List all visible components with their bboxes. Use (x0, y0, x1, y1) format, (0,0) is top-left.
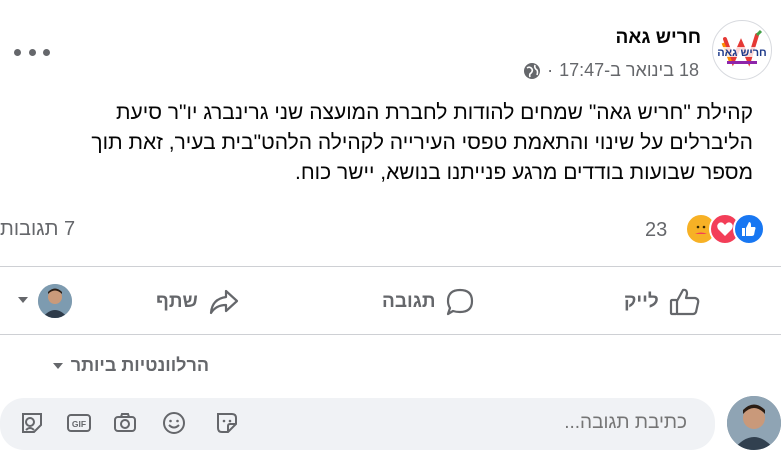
page-name[interactable]: חריש גאה (616, 27, 701, 49)
comment-sort-dropdown[interactable]: הרלוונטיות ביותר (51, 355, 209, 376)
chevron-down-icon (52, 362, 63, 369)
post-timestamp[interactable]: 18 בינואר ב-17:47 (559, 60, 699, 81)
post-text-line: מספר שבועות בודדים מרגע פנייתנו בנושא, י… (295, 161, 753, 184)
like-button[interactable]: לייק (624, 284, 701, 320)
post-text: קהילת "חריש גאה" שמחים להודות לחברת המוע… (13, 98, 753, 188)
comment-label: תגובה (382, 291, 436, 312)
comment-sort-label: הרלוונטיות ביותר (70, 355, 209, 375)
avatar-sticker-icon[interactable] (19, 410, 45, 436)
gif-icon[interactable]: GIF (66, 410, 92, 436)
share-label: שתף (156, 291, 198, 312)
speech-bubble-icon (447, 288, 474, 316)
chevron-down-icon[interactable] (16, 293, 30, 307)
post-meta: 18 בינואר ב-17:47 · (523, 60, 699, 81)
sticker-icon[interactable] (214, 410, 240, 436)
comment-button[interactable]: תגובה (382, 284, 475, 320)
current-user-avatar[interactable] (727, 396, 781, 450)
like-reaction-icon (733, 213, 765, 245)
like-label: לייק (624, 291, 659, 312)
comments-count[interactable]: 7 תגובות (0, 218, 75, 241)
thumbs-up-icon (669, 288, 700, 316)
svg-text:GIF: GIF (72, 419, 86, 429)
post-text-line: הליברלים על שינוי והתאמת טפסי העירייה לק… (91, 131, 753, 154)
comment-input[interactable] (385, 411, 689, 435)
reactions-summary[interactable] (685, 212, 765, 246)
meta-separator: · (547, 60, 554, 80)
share-button[interactable]: שתף (156, 284, 240, 320)
post-text-line: קהילת "חריש גאה" שמחים להודות לחברת המוע… (116, 101, 753, 124)
dot-icon (28, 48, 36, 56)
divider (0, 266, 781, 267)
reaction-count[interactable]: 23 (645, 219, 667, 242)
share-arrow-icon (209, 289, 238, 315)
dot-icon (43, 48, 50, 56)
logo-text: חריש גאה (717, 47, 766, 59)
divider (0, 334, 781, 335)
camera-icon[interactable] (112, 410, 138, 436)
avatar[interactable] (38, 284, 72, 318)
dot-icon (14, 48, 21, 56)
more-options-button[interactable] (14, 40, 50, 64)
globe-icon (524, 62, 541, 79)
page-avatar[interactable]: חריש גאה (712, 20, 772, 80)
emoji-icon[interactable] (161, 410, 187, 436)
